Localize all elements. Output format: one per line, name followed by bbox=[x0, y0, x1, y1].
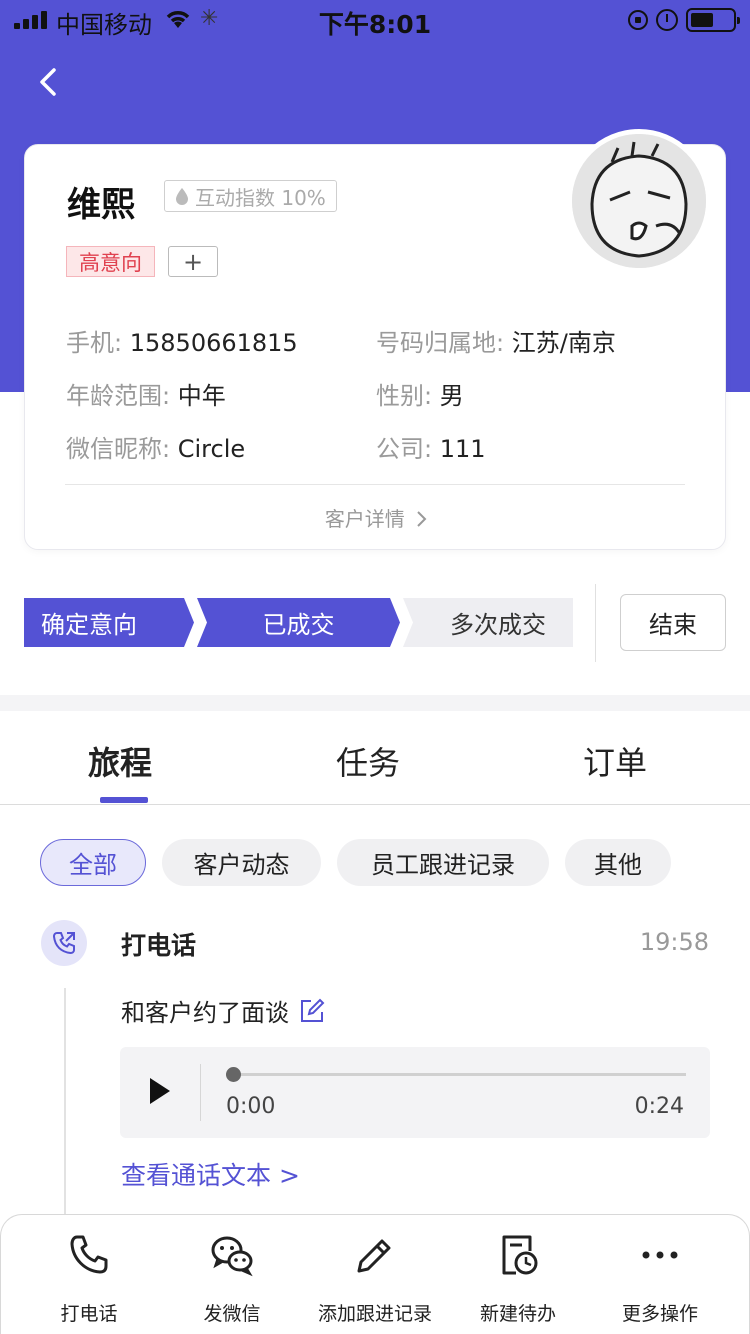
stage-deal-closed[interactable]: 已成交 bbox=[197, 598, 400, 647]
action-call[interactable]: 打电话 bbox=[14, 1233, 164, 1326]
audio-current-time: 0:00 bbox=[226, 1094, 276, 1119]
location-value: 江苏/南京 bbox=[511, 329, 616, 357]
avatar-image bbox=[572, 134, 706, 268]
stage-confirmed-intent[interactable]: 确定意向 bbox=[24, 598, 194, 647]
stage-repeat-deal[interactable]: 多次成交 bbox=[403, 598, 573, 647]
company-label: 公司: bbox=[376, 435, 433, 463]
pencil-icon bbox=[357, 1239, 391, 1273]
phone-call-icon bbox=[52, 932, 75, 955]
bottom-action-bar: 打电话 发微信 添加跟进记录 新建待办 更多操作 bbox=[0, 1214, 750, 1334]
location-label: 号码归属地: bbox=[376, 329, 505, 357]
stage-divider bbox=[595, 584, 596, 662]
alarm-icon bbox=[656, 9, 678, 31]
audio-progress-handle[interactable] bbox=[226, 1067, 241, 1082]
gender-field: 性别: 男 bbox=[376, 376, 464, 411]
action-call-label: 打电话 bbox=[60, 1303, 118, 1325]
play-icon[interactable] bbox=[148, 1076, 172, 1106]
action-wechat[interactable]: 发微信 bbox=[157, 1233, 307, 1326]
chevron-right-icon bbox=[417, 511, 427, 527]
action-wechat-label: 发微信 bbox=[203, 1303, 261, 1325]
interaction-index-text: 互动指数 10% bbox=[195, 185, 326, 210]
player-divider bbox=[200, 1064, 201, 1121]
drop-icon bbox=[176, 188, 188, 205]
action-new-todo[interactable]: 新建待办 bbox=[443, 1233, 593, 1326]
timeline-note-text: 和客户约了面谈 bbox=[121, 999, 289, 1027]
todo-clock-icon bbox=[502, 1235, 538, 1275]
wechat-label: 微信昵称: bbox=[66, 435, 171, 463]
timeline-entry-note: 和客户约了面谈 bbox=[121, 993, 325, 1028]
phone-value[interactable]: 15850661815 bbox=[130, 329, 298, 357]
age-label: 年龄范围: bbox=[66, 382, 171, 410]
tabs-divider bbox=[0, 804, 750, 805]
customer-profile-card: 维熙 互动指数 10% 高意向 + 手机: 15850661815 号码归属地:… bbox=[24, 129, 727, 550]
more-icon bbox=[642, 1251, 678, 1259]
phone-label: 手机: bbox=[66, 329, 123, 357]
end-button[interactable]: 结束 bbox=[620, 594, 726, 651]
filter-customer-activity[interactable]: 客户动态 bbox=[162, 839, 321, 886]
wechat-icon bbox=[211, 1236, 253, 1277]
avatar[interactable] bbox=[567, 129, 711, 273]
phone-icon bbox=[70, 1235, 108, 1274]
tab-orders[interactable]: 订单 bbox=[583, 738, 647, 784]
section-separator bbox=[0, 695, 750, 711]
filter-staff-followup[interactable]: 员工跟进记录 bbox=[337, 839, 549, 886]
phone-field: 手机: 15850661815 bbox=[66, 323, 298, 358]
action-add-followup-label: 添加跟进记录 bbox=[317, 1303, 432, 1325]
audio-progress-track[interactable] bbox=[226, 1073, 686, 1076]
customer-name: 维熙 bbox=[67, 185, 135, 225]
age-field: 年龄范围: 中年 bbox=[66, 376, 226, 411]
call-recording-player: 0:00 0:24 bbox=[120, 1047, 710, 1138]
edit-icon[interactable] bbox=[299, 998, 325, 1024]
action-more[interactable]: 更多操作 bbox=[585, 1233, 735, 1326]
action-add-followup[interactable]: 添加跟进记录 bbox=[300, 1233, 450, 1326]
customer-detail-link[interactable]: 客户详情 bbox=[25, 503, 727, 532]
status-bar: 中国移动 ✳ 下午8:01 bbox=[0, 0, 750, 40]
add-tag-button[interactable]: + bbox=[168, 246, 218, 277]
audio-total-time: 0:24 bbox=[634, 1094, 684, 1119]
rotation-lock-icon bbox=[628, 10, 648, 30]
tab-journey[interactable]: 旅程 bbox=[88, 738, 152, 784]
filter-all[interactable]: 全部 bbox=[40, 839, 146, 886]
company-value: 111 bbox=[439, 435, 486, 463]
active-tab-indicator bbox=[100, 797, 148, 803]
tab-tasks[interactable]: 任务 bbox=[336, 738, 400, 784]
gender-value: 男 bbox=[439, 382, 464, 410]
interaction-index-badge: 互动指数 10% bbox=[164, 180, 337, 212]
view-transcript-link[interactable]: 查看通话文本 > bbox=[121, 1156, 300, 1192]
card-divider bbox=[65, 484, 685, 485]
customer-detail-label: 客户详情 bbox=[324, 507, 405, 531]
timeline-entry-icon bbox=[41, 920, 87, 966]
filter-other[interactable]: 其他 bbox=[565, 839, 671, 886]
company-field: 公司: 111 bbox=[376, 429, 486, 464]
gender-label: 性别: bbox=[376, 382, 433, 410]
timeline-line bbox=[64, 988, 66, 1218]
wechat-value: Circle bbox=[177, 435, 246, 463]
action-new-todo-label: 新建待办 bbox=[479, 1303, 556, 1325]
wechat-field: 微信昵称: Circle bbox=[66, 429, 245, 464]
age-value: 中年 bbox=[177, 382, 226, 410]
battery-level bbox=[691, 13, 713, 27]
timeline-entry-title: 打电话 bbox=[121, 931, 197, 960]
timeline-entry-time: 19:58 bbox=[639, 928, 709, 956]
intent-tag[interactable]: 高意向 bbox=[66, 246, 155, 277]
location-field: 号码归属地: 江苏/南京 bbox=[376, 323, 616, 358]
back-icon[interactable] bbox=[30, 62, 70, 102]
action-more-label: 更多操作 bbox=[621, 1303, 698, 1325]
battery-icon bbox=[686, 8, 740, 32]
